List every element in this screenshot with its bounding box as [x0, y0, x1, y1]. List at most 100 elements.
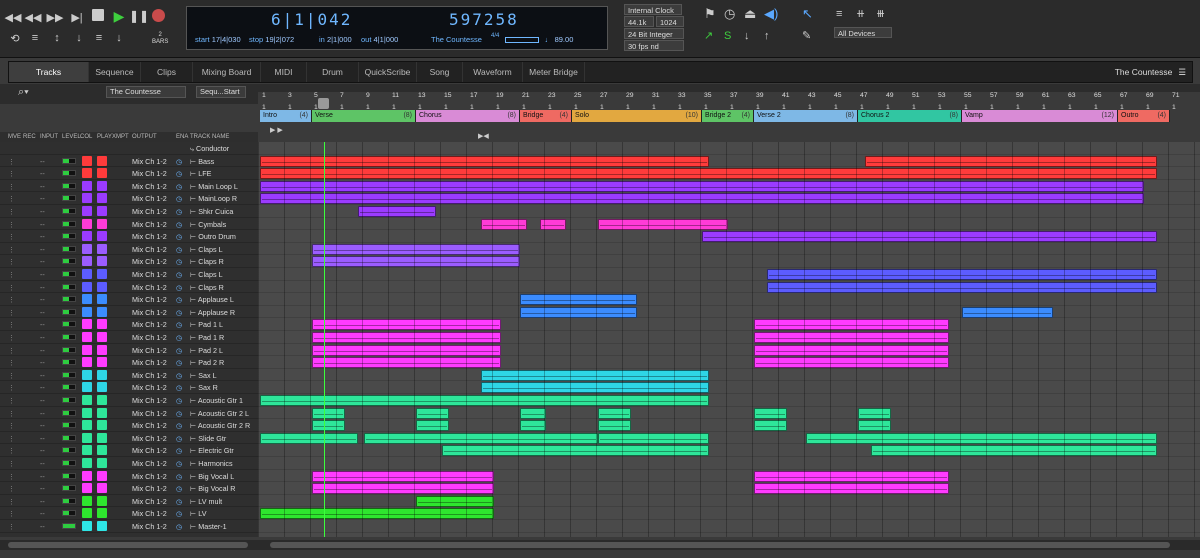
marker-intro[interactable]: Intro (4) [260, 110, 312, 122]
track-row[interactable]: ⋮ -- Mix Ch 1-2 ◷ ⊢ MainLoop R [0, 192, 258, 205]
track-color-swatch[interactable] [82, 458, 92, 468]
input-value[interactable]: -- [40, 383, 45, 392]
buffer-size-select[interactable]: 1024 [656, 16, 684, 27]
track-name[interactable]: ⊢ Acoustic Gtr 1 [190, 396, 256, 405]
play-enable-button[interactable] [97, 495, 107, 506]
sync-icon[interactable]: ↗ [704, 30, 713, 42]
track-output[interactable]: Mix Ch 1-2 [132, 257, 167, 266]
input-value[interactable]: -- [40, 308, 45, 317]
track-color-swatch[interactable] [82, 369, 92, 380]
play-enable-button[interactable] [97, 432, 107, 443]
enable-icon[interactable]: ◷ [176, 472, 182, 481]
track-output[interactable]: Mix Ch 1-2 [132, 295, 167, 304]
track-color-swatch[interactable] [82, 521, 92, 531]
column-header-level[interactable]: LEVEL [62, 134, 81, 140]
track-name[interactable]: ⊢ Slide Gtr [190, 434, 256, 443]
input-value[interactable]: -- [40, 484, 45, 493]
enable-icon[interactable]: ◷ [176, 295, 182, 304]
track-output[interactable]: Mix Ch 1-2 [132, 245, 167, 254]
track-name[interactable]: ⊢ Claps R [190, 257, 256, 266]
pencil-tool-icon[interactable]: ✎ [802, 30, 811, 42]
move-handle-icon[interactable]: ⋮ [8, 182, 15, 191]
track-name[interactable]: ⊢ Sax L [190, 371, 256, 380]
track-name[interactable]: ⊢ Pad 2 R [190, 358, 256, 367]
move-handle-icon[interactable]: ⋮ [8, 194, 15, 203]
track-color-swatch[interactable] [82, 243, 92, 254]
move-handle-icon[interactable]: ⋮ [8, 383, 15, 392]
audio-clip[interactable] [598, 420, 631, 432]
move-handle-icon[interactable]: ⋮ [8, 484, 15, 493]
audio-clip[interactable] [260, 432, 358, 444]
track-name[interactable]: ⊢ Sax R [190, 383, 256, 392]
track-color-swatch[interactable] [82, 407, 92, 418]
enable-icon[interactable]: ◷ [176, 157, 182, 166]
track-row[interactable]: ⋮ -- Mix Ch 1-2 ◷ ⊢ Bass [0, 155, 258, 168]
track-name[interactable]: ⊢ Acoustic Gtr 2 L [190, 409, 256, 418]
nudge-icon[interactable]: ≡ [836, 8, 842, 20]
audio-clip[interactable] [260, 508, 494, 520]
play-enable-button[interactable] [97, 319, 107, 330]
marker-verse-2[interactable]: Verse 2 (8) [754, 110, 858, 122]
enable-icon[interactable]: ◷ [176, 245, 182, 254]
audio-clip[interactable] [416, 420, 449, 432]
punch-icon[interactable]: ≡ [28, 31, 42, 45]
enable-icon[interactable]: ◷ [176, 182, 182, 191]
track-row[interactable]: ⋮ -- Mix Ch 1-2 ◷ ⊢ Claps R [0, 255, 258, 268]
column-header-ena[interactable]: ENA [176, 134, 188, 140]
audio-clip[interactable] [312, 357, 501, 369]
rewind-to-start-icon[interactable]: ◀◀ [5, 10, 22, 24]
enable-icon[interactable]: ◷ [176, 446, 182, 455]
enable-icon[interactable]: ◷ [176, 346, 182, 355]
column-header-output[interactable]: OUTPUT [132, 134, 157, 140]
track-row[interactable]: ⋮ -- Mix Ch 1-2 ◷ ⊢ Claps L [0, 268, 258, 281]
tab-clips[interactable]: Clips [141, 62, 193, 82]
track-row[interactable]: ⋮ -- Mix Ch 1-2 ◷ ⊢ Pad 1 L [0, 318, 258, 331]
track-name[interactable]: ⊢ LV [190, 509, 256, 518]
tab-drum[interactable]: Drum [307, 62, 359, 82]
track-lane[interactable] [258, 306, 1200, 319]
track-color-swatch[interactable] [82, 344, 92, 355]
track-color-swatch[interactable] [82, 508, 92, 519]
track-name[interactable]: ⊢ Big Vocal R [190, 484, 256, 493]
move-handle-icon[interactable]: ⋮ [8, 320, 15, 329]
play-enable-button[interactable] [97, 458, 107, 468]
track-color-swatch[interactable] [82, 420, 92, 431]
input-value[interactable]: -- [40, 245, 45, 254]
track-row[interactable]: ⋮ -- Mix Ch 1-2 ◷ ⊢ Cymbals [0, 218, 258, 231]
pre-roll-icon[interactable]: ↓ [72, 31, 86, 45]
audio-clip[interactable] [481, 382, 709, 394]
track-output[interactable]: Mix Ch 1-2 [132, 169, 167, 178]
track-lane[interactable] [258, 356, 1200, 369]
input-value[interactable]: -- [40, 283, 45, 292]
input-value[interactable]: -- [40, 220, 45, 229]
play-enable-button[interactable] [97, 445, 107, 456]
track-name[interactable]: ⊢ LFE [190, 169, 256, 178]
play-enable-button[interactable] [97, 269, 107, 279]
play-enable-button[interactable] [97, 294, 107, 305]
track-row[interactable]: ⋮ -- Mix Ch 1-2 ◷ ⊢ Applause R [0, 306, 258, 319]
rewind-icon[interactable]: ◀◀ [25, 10, 42, 24]
play-enable-button[interactable] [97, 407, 107, 418]
audio-clip[interactable] [442, 445, 709, 457]
metronome-icon[interactable]: ↕ [50, 31, 64, 45]
play-enable-button[interactable] [97, 206, 107, 216]
audio-clip[interactable] [260, 193, 1144, 205]
playhead-handle[interactable] [318, 98, 329, 109]
track-lane[interactable] [258, 155, 1200, 168]
track-row[interactable]: ⋮ -- Mix Ch 1-2 ◷ ⊢ Outro Drum [0, 230, 258, 243]
track-lane[interactable] [258, 255, 1200, 268]
track-lane[interactable] [258, 192, 1200, 205]
audio-clip[interactable] [767, 269, 1157, 280]
track-lane[interactable] [258, 281, 1200, 294]
play-enable-button[interactable] [97, 193, 107, 204]
track-color-swatch[interactable] [82, 445, 92, 456]
audio-clip[interactable] [539, 218, 566, 230]
play-enable-button[interactable] [97, 357, 107, 368]
enable-icon[interactable]: ◷ [176, 497, 182, 506]
track-lane[interactable] [258, 369, 1200, 382]
input-value[interactable]: -- [40, 346, 45, 355]
input-value[interactable]: -- [40, 320, 45, 329]
track-color-swatch[interactable] [82, 155, 92, 166]
track-row[interactable]: ⋮ -- Mix Ch 1-2 ◷ ⊢ Electric Gtr [0, 444, 258, 457]
input-value[interactable]: -- [40, 182, 45, 191]
